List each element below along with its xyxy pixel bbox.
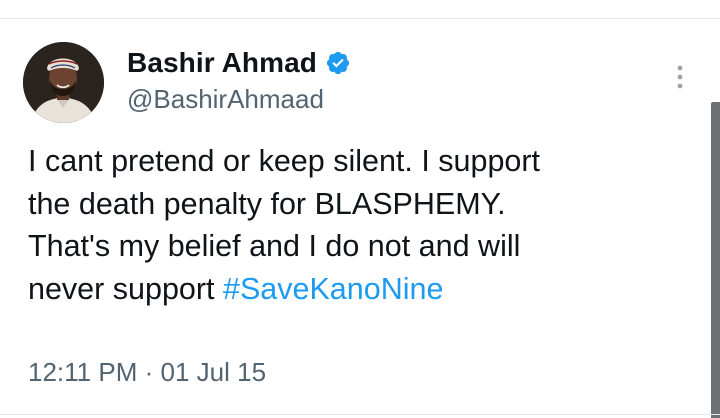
avatar-photo <box>23 42 104 123</box>
tweet-text-segment: never support <box>28 271 223 306</box>
tweet-text: I cant pretend or keep silent. I support… <box>28 140 688 310</box>
user-handle[interactable]: @BashirAhmaad <box>127 84 324 115</box>
scrollbar[interactable] <box>711 102 720 418</box>
tweet-time: 12:11 PM <box>28 357 138 387</box>
verified-badge-icon <box>325 50 351 76</box>
avatar[interactable] <box>23 42 104 123</box>
tweet-text-line: I cant pretend or keep silent. I support <box>28 144 541 178</box>
tweet-text-line: never support #SaveKanoNine <box>28 268 688 311</box>
timestamp-separator: · <box>144 357 154 387</box>
display-name[interactable]: Bashir Ahmad <box>127 47 317 79</box>
more-vertical-icon[interactable] <box>666 60 694 94</box>
top-divider <box>0 18 720 19</box>
tweet-text-line: the death penalty for BLASPHEMY. <box>28 186 506 221</box>
tweet-timestamp[interactable]: 12:11 PM · 01 Jul 15 <box>28 357 266 388</box>
author-name-row[interactable]: Bashir Ahmad <box>127 44 351 82</box>
tweet-date: 01 Jul 15 <box>160 357 267 387</box>
bottom-divider <box>0 414 720 415</box>
hashtag-link[interactable]: #SaveKanoNine <box>223 272 443 306</box>
tweet-text-line: That's my belief and I do not and will <box>28 229 521 263</box>
